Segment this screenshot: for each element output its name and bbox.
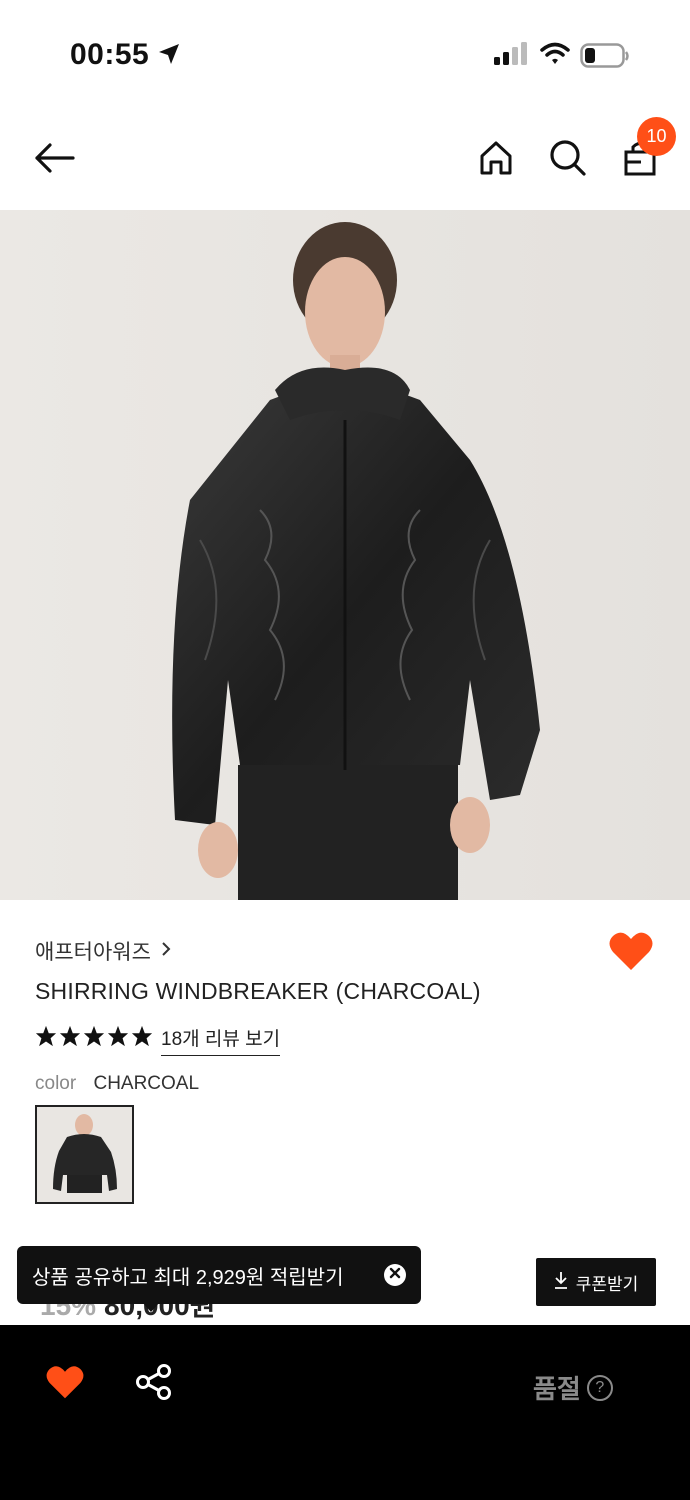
back-arrow-icon — [33, 142, 77, 178]
chevron-right-icon — [161, 939, 171, 963]
home-icon — [478, 140, 514, 181]
status-time: 00:55 — [70, 38, 150, 71]
sold-out-status: 품절 ? — [533, 1369, 613, 1406]
home-button[interactable] — [472, 136, 520, 184]
product-image[interactable] — [0, 210, 690, 900]
download-icon — [554, 1271, 568, 1294]
share-reward-toast[interactable]: 상품 공유하고 최대 2,929원 적립받기 — [17, 1246, 421, 1304]
status-bar: 00:55 — [0, 0, 690, 110]
wifi-icon — [540, 42, 570, 71]
toast-message: 상품 공유하고 최대 2,929원 적립받기 — [32, 1266, 344, 1289]
rating-stars — [35, 1025, 153, 1052]
color-value: CHARCOAL — [93, 1073, 200, 1094]
search-icon — [549, 139, 587, 182]
product-title: SHIRRING WINDBREAKER (CHARCOAL) — [35, 978, 481, 1004]
reviews-link[interactable]: 18개 리뷰 보기 — [161, 1024, 281, 1056]
sold-out-label: 품절 — [533, 1374, 581, 1404]
coupon-label: 쿠폰받기 — [575, 1274, 639, 1294]
bottom-action-bar — [0, 1325, 690, 1500]
back-button[interactable] — [31, 136, 79, 184]
search-button[interactable] — [544, 136, 592, 184]
close-icon — [389, 1266, 401, 1284]
heart-icon — [45, 1366, 85, 1404]
color-label: color — [35, 1073, 77, 1094]
favorite-button[interactable] — [608, 930, 654, 977]
star-icon — [35, 1025, 57, 1052]
share-icon — [134, 1364, 174, 1406]
heart-icon — [608, 932, 654, 976]
star-icon — [83, 1025, 105, 1052]
toast-close-button[interactable] — [384, 1264, 406, 1286]
brand-name: 애프터아워즈 — [35, 941, 151, 964]
battery-icon — [580, 43, 630, 74]
color-option-row: color CHARCOAL — [35, 1073, 199, 1095]
star-icon — [131, 1025, 153, 1052]
color-thumbnail-charcoal[interactable] — [35, 1105, 134, 1204]
toast-pointer — [142, 1302, 160, 1312]
star-icon — [59, 1025, 81, 1052]
location-arrow-icon — [157, 42, 181, 71]
cellular-signal-icon — [494, 42, 528, 71]
star-icon — [107, 1025, 129, 1052]
share-button[interactable] — [134, 1362, 174, 1407]
coupon-button[interactable]: 쿠폰받기 — [536, 1258, 656, 1306]
cart-count-badge: 10 — [637, 117, 676, 156]
bottom-favorite-button[interactable] — [45, 1364, 85, 1405]
brand-link[interactable]: 애프터아워즈 — [35, 936, 171, 966]
header — [0, 110, 690, 210]
help-icon[interactable]: ? — [586, 1374, 613, 1401]
